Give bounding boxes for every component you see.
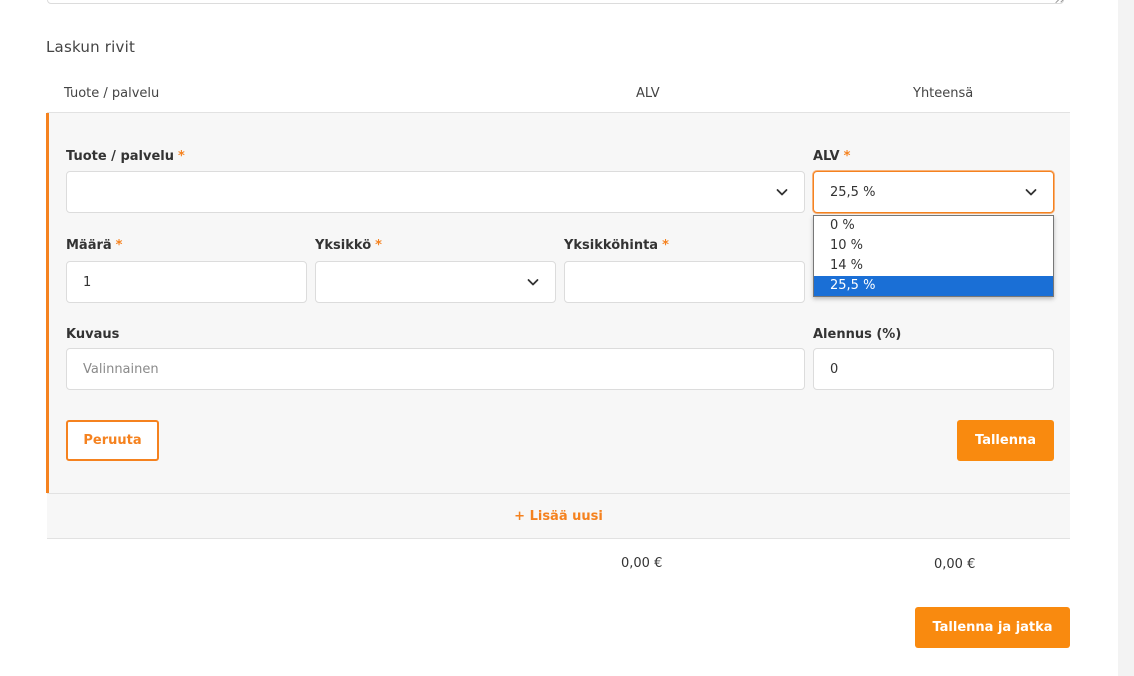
column-header-vat: ALV [636,86,660,101]
vat-option[interactable]: 0 % [814,216,1053,236]
quantity-label: Määrä * [66,238,123,253]
grand-total: 0,00 € [934,557,976,572]
previous-textarea[interactable] [47,0,1064,4]
unit-price-label: Yksikköhinta * [564,238,669,253]
vat-select-value: 25,5 % [830,184,876,200]
page-scroll-gutter [1118,0,1134,676]
section-title: Laskun rivit [46,38,136,56]
vat-option[interactable]: 14 % [814,256,1053,276]
description-placeholder: Valinnainen [83,361,159,377]
chevron-down-icon [527,276,539,288]
unit-select[interactable] [315,261,556,303]
unit-label: Yksikkö * [315,238,382,253]
vat-option[interactable]: 10 % [814,236,1053,256]
invoice-row-edit-panel [46,113,1070,493]
description-label: Kuvaus [66,327,120,342]
vat-option-selected[interactable]: 25,5 % [814,276,1053,296]
description-input[interactable]: Valinnainen [66,348,805,390]
discount-label: Alennus (%) [813,327,902,342]
product-label: Tuote / palvelu * [66,149,185,164]
vat-dropdown-list[interactable]: 0 % 10 % 14 % 25,5 % [813,215,1054,297]
add-new-row[interactable]: + Lisää uusi [47,493,1070,539]
discount-input-value: 0 [830,361,839,377]
vat-total: 0,00 € [621,556,663,571]
product-select[interactable] [66,171,805,213]
save-and-continue-button[interactable]: Tallenna ja jatka [915,607,1070,648]
textarea-resize-handle[interactable] [1056,0,1064,4]
cancel-button[interactable]: Peruuta [66,420,159,461]
chevron-down-icon [1025,186,1037,198]
quantity-input-value: 1 [83,274,92,290]
column-header-product: Tuote / palvelu [64,86,160,101]
save-button[interactable]: Tallenna [957,420,1054,461]
quantity-input[interactable]: 1 [66,261,307,303]
add-new-link[interactable]: + Lisää uusi [514,509,603,524]
chevron-down-icon [776,186,788,198]
discount-input[interactable]: 0 [813,348,1054,390]
unit-price-input[interactable] [564,261,805,303]
vat-select[interactable]: 25,5 % [813,171,1054,213]
column-header-total: Yhteensä [913,86,974,101]
vat-label: ALV * [813,149,851,164]
